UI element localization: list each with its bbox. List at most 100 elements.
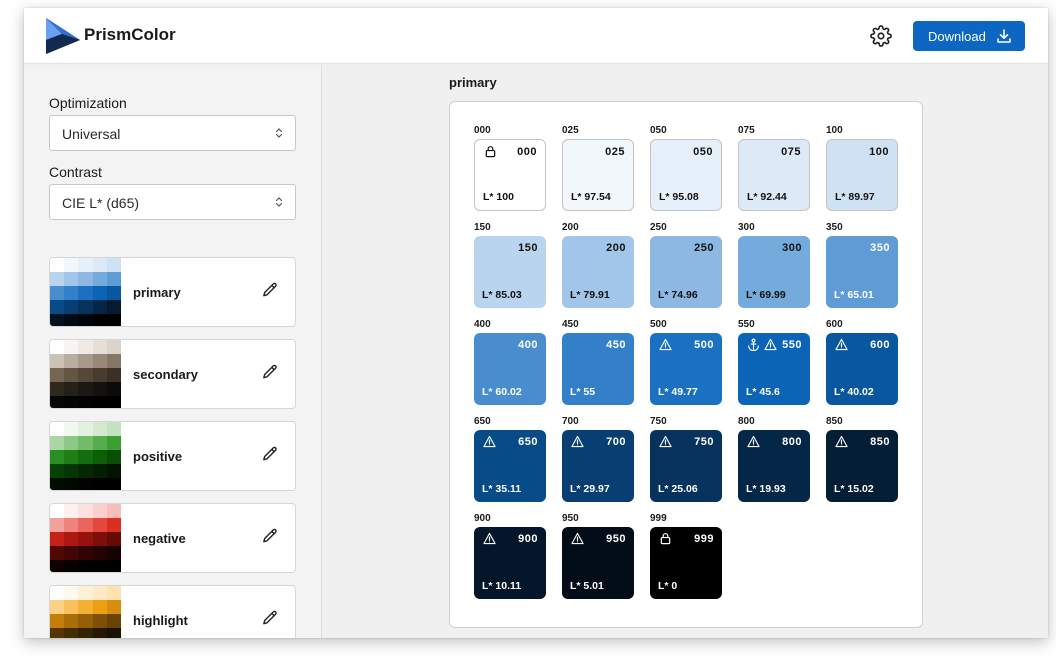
palette-preview-cell xyxy=(78,546,93,560)
pencil-icon[interactable] xyxy=(262,610,278,626)
palette-preview-cell xyxy=(106,464,121,478)
palette-preview-cell xyxy=(92,586,107,600)
swatch-lstar: L* 89.97 xyxy=(835,191,875,203)
palette-preview-cell xyxy=(50,546,65,560)
color-swatch[interactable]: 700 L* 29.97 xyxy=(562,430,634,502)
palette-preview-cell xyxy=(50,450,65,464)
palette-card-negative[interactable]: negative xyxy=(49,503,296,573)
swatch-step-label: 650 xyxy=(474,416,491,427)
swatch-step-label: 750 xyxy=(650,416,667,427)
palette-preview-cell xyxy=(50,464,65,478)
color-swatch[interactable]: 150 L* 85.03 xyxy=(474,236,546,308)
swatch-icons xyxy=(571,532,584,545)
palette-preview-cell xyxy=(78,628,93,638)
swatch-step: 800 xyxy=(782,436,802,448)
swatch-icons xyxy=(484,145,497,158)
swatch-step-label: 999 xyxy=(650,513,667,524)
color-swatch[interactable]: 850 L* 15.02 xyxy=(826,430,898,502)
palette-preview-cell xyxy=(78,614,93,628)
color-swatch[interactable]: 550 L* 45.6 xyxy=(738,333,810,405)
swatch-icons xyxy=(835,435,848,448)
swatch-lstar: L* 74.96 xyxy=(658,289,698,301)
warning-icon xyxy=(571,435,584,448)
swatch-cell: 200 200 L* 79.91 xyxy=(562,222,634,308)
swatch-icons xyxy=(483,435,496,448)
optimization-select[interactable]: Universal xyxy=(49,115,296,151)
lock-icon xyxy=(660,533,671,545)
swatch-step: 250 xyxy=(694,242,714,254)
color-swatch[interactable]: 500 L* 49.77 xyxy=(650,333,722,405)
palette-preview-cell xyxy=(64,258,79,272)
gear-icon[interactable] xyxy=(870,25,892,47)
palette-preview-cell xyxy=(106,258,121,272)
color-swatch[interactable]: 999 L* 0 xyxy=(650,527,722,599)
palette-preview-cell xyxy=(50,478,65,490)
swatch-lstar: L* 15.02 xyxy=(834,483,874,495)
palette-preview-cell xyxy=(64,546,79,560)
pencil-icon[interactable] xyxy=(262,282,278,298)
color-swatch[interactable]: 050 L* 95.08 xyxy=(650,139,722,211)
palette-preview-cell xyxy=(78,368,93,382)
swatch-lstar: L* 85.03 xyxy=(482,289,522,301)
download-icon xyxy=(997,29,1011,43)
swatch-step: 100 xyxy=(869,146,889,158)
color-swatch[interactable]: 075 L* 92.44 xyxy=(738,139,810,211)
swatch-icons xyxy=(835,338,848,351)
color-swatch[interactable]: 600 L* 40.02 xyxy=(826,333,898,405)
swatch-step: 350 xyxy=(870,242,890,254)
palette-preview-cell xyxy=(50,314,65,326)
palette-preview-cell xyxy=(78,560,93,572)
palette-preview-cell xyxy=(64,586,79,600)
color-swatch[interactable]: 800 L* 19.93 xyxy=(738,430,810,502)
warning-icon xyxy=(764,338,777,351)
pencil-icon[interactable] xyxy=(262,364,278,380)
pencil-icon[interactable] xyxy=(262,446,278,462)
palette-preview-cell xyxy=(106,382,121,396)
palette-preview-cell xyxy=(64,436,79,450)
palette-preview-cell xyxy=(64,422,79,436)
palette-preview-cell xyxy=(106,450,121,464)
swatch-lstar: L* 29.97 xyxy=(570,483,610,495)
palette-preview-cell xyxy=(50,340,65,354)
swatch-lstar: L* 100 xyxy=(483,191,514,203)
color-swatch[interactable]: 400 L* 60.02 xyxy=(474,333,546,405)
swatch-icons xyxy=(747,338,777,351)
warning-icon xyxy=(659,435,672,448)
swatch-lstar: L* 55 xyxy=(570,386,596,398)
color-swatch[interactable]: 250 L* 74.96 xyxy=(650,236,722,308)
palette-preview-cell xyxy=(64,478,79,490)
swatch-icons xyxy=(747,435,760,448)
palette-card-secondary[interactable]: secondary xyxy=(49,339,296,409)
color-swatch[interactable]: 100 L* 89.97 xyxy=(826,139,898,211)
palette-preview-cell xyxy=(78,382,93,396)
color-swatch[interactable]: 025 L* 97.54 xyxy=(562,139,634,211)
palette-preview-cell xyxy=(92,614,107,628)
download-button[interactable]: Download xyxy=(913,21,1025,51)
warning-icon xyxy=(835,338,848,351)
contrast-select[interactable]: CIE L* (d65) xyxy=(49,184,296,220)
palette-preview-cell xyxy=(106,286,121,300)
palette-preview-cell xyxy=(64,600,79,614)
pencil-icon[interactable] xyxy=(262,528,278,544)
color-swatch[interactable]: 750 L* 25.06 xyxy=(650,430,722,502)
swatch-cell: 550 550 L* 45.6 xyxy=(738,319,810,405)
color-swatch[interactable]: 200 L* 79.91 xyxy=(562,236,634,308)
color-swatch[interactable]: 300 L* 69.99 xyxy=(738,236,810,308)
chevron-up-down-icon xyxy=(275,197,283,207)
color-swatch[interactable]: 450 L* 55 xyxy=(562,333,634,405)
color-swatch[interactable]: 900 L* 10.11 xyxy=(474,527,546,599)
palette-card-primary[interactable]: primary xyxy=(49,257,296,327)
swatch-step-label: 100 xyxy=(826,125,843,136)
palette-preview-cell xyxy=(92,546,107,560)
color-swatch[interactable]: 000 L* 100 xyxy=(474,139,546,211)
swatch-step-label: 450 xyxy=(562,319,579,330)
palette-card-positive[interactable]: positive xyxy=(49,421,296,491)
warning-icon xyxy=(483,435,496,448)
palette-card-highlight[interactable]: highlight xyxy=(49,585,296,638)
color-swatch[interactable]: 350 L* 65.01 xyxy=(826,236,898,308)
color-swatch[interactable]: 650 L* 35.11 xyxy=(474,430,546,502)
anchor-icon xyxy=(748,338,759,351)
color-swatch[interactable]: 950 L* 5.01 xyxy=(562,527,634,599)
warning-icon xyxy=(483,532,496,545)
swatch-step: 300 xyxy=(782,242,802,254)
